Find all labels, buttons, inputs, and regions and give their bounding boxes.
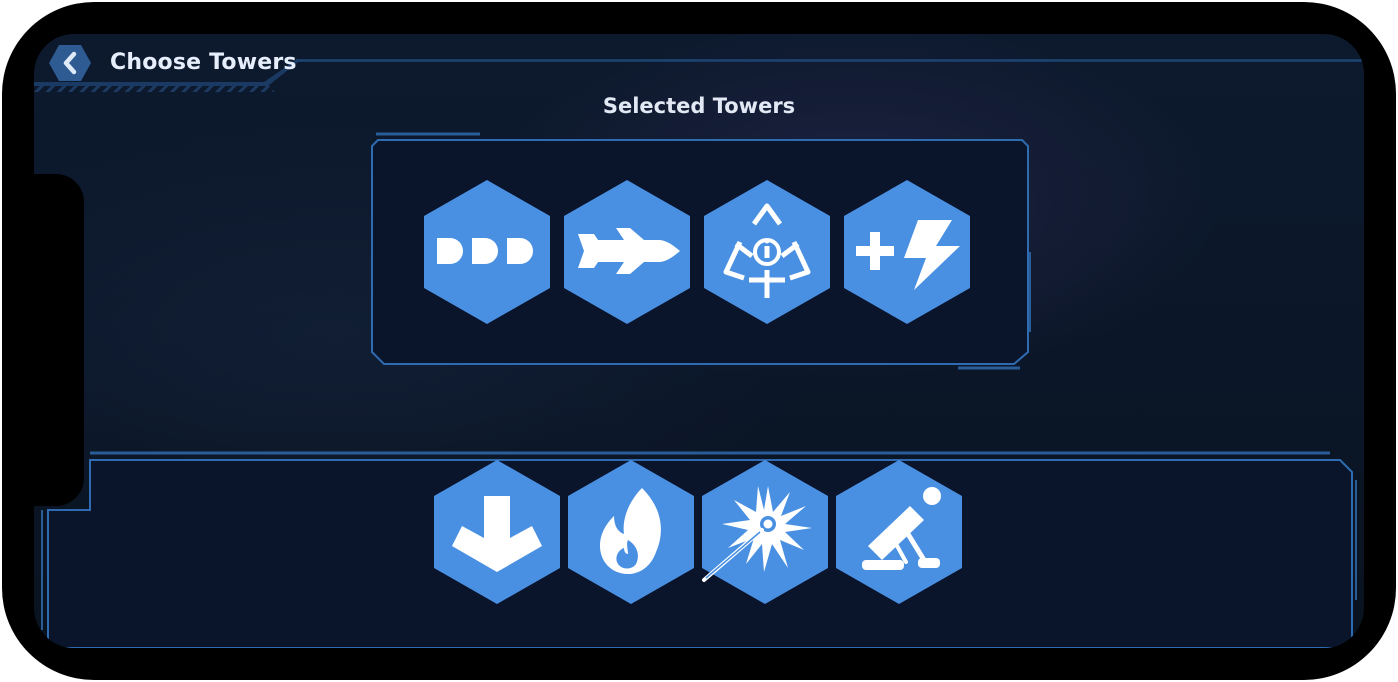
chevron-left-icon [49, 45, 91, 81]
laser-burst-icon [702, 486, 812, 582]
available-tower-slot[interactable] [568, 460, 694, 604]
flame-icon [600, 488, 661, 574]
available-tower-slot[interactable] [836, 460, 962, 604]
selected-tower-slot[interactable] [704, 180, 830, 324]
selected-tower-slot[interactable] [424, 180, 550, 324]
mortar-icon [862, 487, 941, 570]
triple-bullet-icon [437, 238, 533, 264]
available-tower-slot[interactable] [434, 460, 560, 604]
selected-towers-title: Selected Towers [602, 94, 796, 118]
down-arrow-icon [452, 496, 542, 572]
available-towers-row [434, 460, 962, 604]
selected-towers-row [424, 180, 970, 324]
selected-tower-slot[interactable] [844, 180, 970, 324]
device-notch [34, 174, 84, 506]
page-title: Choose Towers [110, 50, 297, 75]
radiation-icon [723, 203, 811, 298]
missile-icon [578, 228, 680, 274]
game-screen: Choose Towers Selected Towers [34, 34, 1364, 648]
back-button[interactable] [48, 44, 92, 82]
available-tower-slot[interactable] [702, 460, 828, 604]
plus-lightning-icon [856, 220, 960, 290]
selected-tower-slot[interactable] [564, 180, 690, 324]
